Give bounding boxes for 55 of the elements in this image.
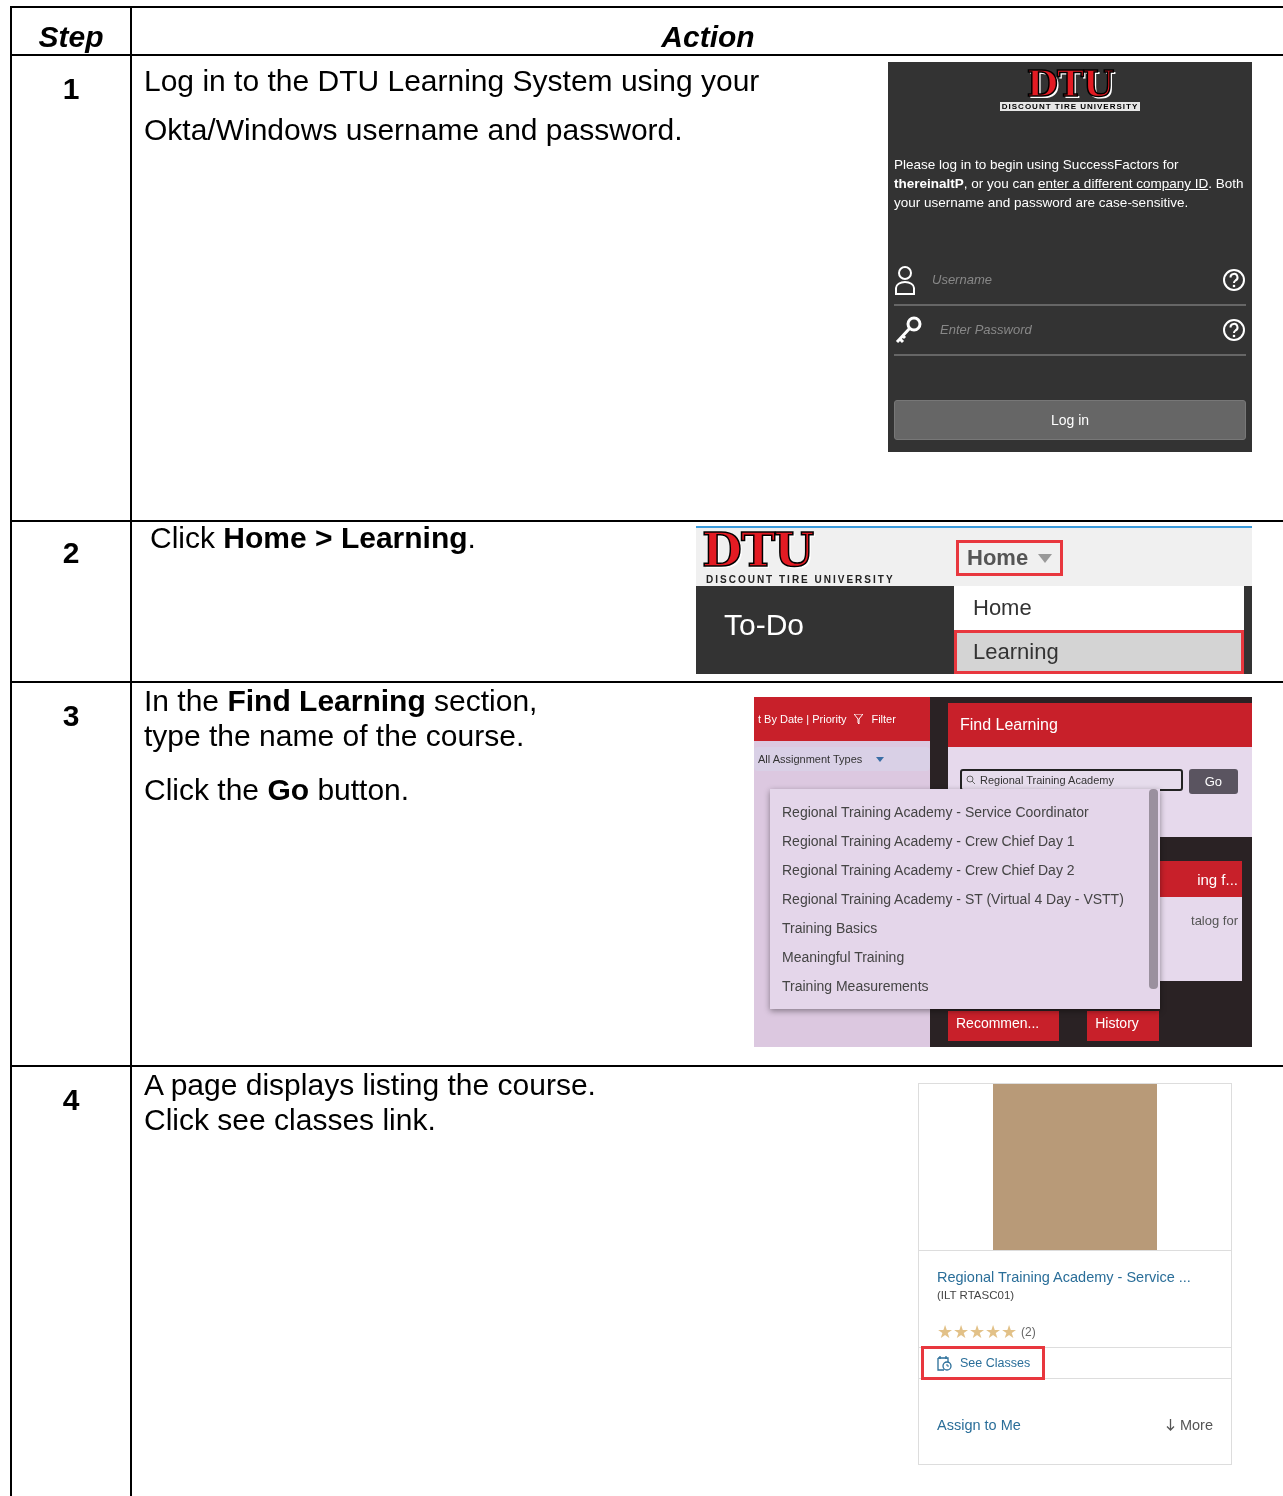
password-field[interactable]: Enter Password	[938, 321, 1208, 338]
login-message: Please log in to begin using SuccessFactors for thereinaltP, or you can enter a different company ID. Both your username and password are case-sensitive.	[894, 156, 1245, 212]
instruction-text: Click Home > Learning.	[150, 522, 476, 554]
see-classes-link[interactable]: See Classes	[921, 1346, 1046, 1380]
suggestion-item[interactable]: Meaningful Training	[770, 942, 905, 971]
key-icon	[894, 314, 924, 345]
calendar-clock-icon	[936, 1355, 952, 1371]
suggestion-item[interactable]: Training Measurements	[770, 971, 929, 1000]
course-code: (ILT RTASC01)	[937, 1289, 1016, 1301]
assign-to-me-link[interactable]: Assign to Me	[937, 1417, 1021, 1433]
step-number: 4	[61, 1082, 81, 1117]
panel-title: Find Learning	[948, 703, 1252, 747]
rating-count: (2)	[1021, 1325, 1036, 1339]
instruction-text: Click see classes link.	[144, 1102, 437, 1137]
suggestion-item[interactable]: Regional Training Academy - Service Coordinator	[770, 797, 1089, 826]
course-title-link[interactable]: Regional Training Academy - Service ...	[937, 1269, 1213, 1285]
more-link[interactable]: More	[1165, 1417, 1213, 1433]
page-title: To-Do	[696, 586, 954, 674]
search-icon	[966, 775, 976, 785]
username-field[interactable]: Username	[930, 271, 1208, 288]
scrollbar[interactable]	[1149, 789, 1158, 989]
section-tab[interactable]: Recommen...	[948, 1011, 1060, 1041]
login-button[interactable]: Log in	[894, 399, 1246, 440]
help-icon[interactable]	[1222, 317, 1246, 342]
filter-icon	[854, 714, 864, 724]
sort-options[interactable]: t By Date | Priority	[758, 713, 847, 725]
assignment-type-dropdown[interactable]: All Assignment Types	[754, 747, 930, 771]
step-number: 2	[61, 535, 81, 570]
instruction-text: Click the Go button.	[144, 772, 411, 807]
suggestion-item[interactable]: Regional Training Academy - Crew Chief Day 1	[770, 826, 1075, 855]
step-number: 1	[61, 71, 81, 106]
caret-icon	[1038, 553, 1053, 563]
user-icon	[894, 264, 916, 295]
instruction-text: Log in to the DTU Learning System using your Okta/Windows username and password.	[144, 63, 761, 148]
company-id-link[interactable]: enter a different company ID	[1038, 176, 1209, 191]
down-arrow-icon	[1165, 1419, 1175, 1431]
logo: DTU	[1026, 64, 1114, 102]
column-header: Action	[131, 7, 1283, 55]
caret-icon	[876, 756, 885, 762]
go-button[interactable]: Go	[1188, 769, 1238, 794]
instruction-text: In the Find Learning section, type the name of the course.	[144, 683, 539, 753]
logo: DTU	[701, 528, 814, 572]
instruction-text: A page displays listing the course.	[144, 1067, 596, 1102]
filter-link[interactable]: Filter	[871, 713, 896, 725]
menu-item[interactable]: Learning	[954, 630, 1244, 674]
home-menu-button[interactable]: Home	[956, 540, 1064, 576]
help-icon[interactable]	[1222, 267, 1246, 292]
logo-tagline: DISCOUNT TIRE UNIVERSITY	[705, 574, 896, 585]
section-tab[interactable]: History	[1087, 1011, 1159, 1041]
star-rating: ★★★★★	[937, 1323, 1017, 1341]
suggestion-item[interactable]: Training Basics	[770, 913, 878, 942]
step-number: 3	[61, 698, 81, 733]
logo-tagline: DISCOUNT TIRE UNIVERSITY	[999, 102, 1141, 111]
search-field[interactable]: Regional Training Academy	[960, 769, 1183, 791]
column-header: Step	[11, 7, 131, 55]
